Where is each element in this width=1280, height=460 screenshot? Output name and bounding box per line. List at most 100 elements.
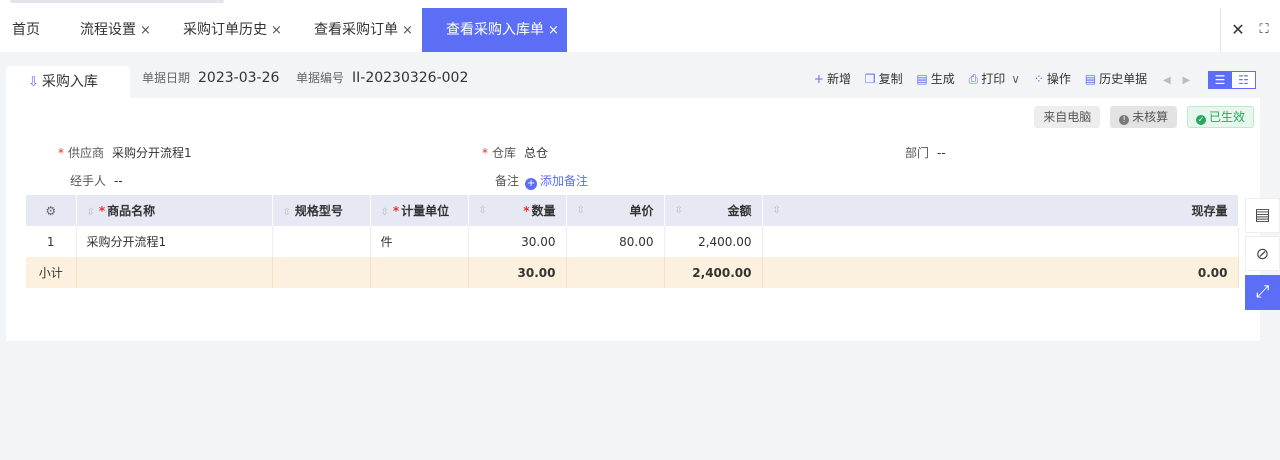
toolbar: + 新增 ❐ 复制 ▤ 生成 ⎙ 打印 ∨ ⁘ 操作 ▤ 历史单据 ◀ ▶ ☰ ☷ bbox=[804, 70, 1256, 89]
print-button[interactable]: ⎙ 打印 ∨ bbox=[969, 70, 1020, 88]
tab-label: 首页 bbox=[12, 22, 40, 38]
doc-number-label: 单据编号 bbox=[296, 71, 345, 85]
sort-icon[interactable]: ⇳ bbox=[381, 207, 389, 218]
cell-stock bbox=[762, 226, 1239, 257]
doc-number: 单据编号 II-20230326-002 bbox=[296, 70, 468, 86]
tab-view-purchase-order[interactable]: 查看采购订单 × bbox=[314, 8, 413, 52]
col-amount-label: 金额 bbox=[727, 204, 752, 218]
tab-label: 查看采购订单 bbox=[314, 22, 398, 38]
close-icon[interactable]: × bbox=[548, 23, 559, 38]
subtotal-qty: 30.00 bbox=[468, 257, 567, 288]
document-title: 采购入库 bbox=[41, 74, 98, 90]
close-all-icon[interactable]: ✕ bbox=[1225, 8, 1251, 52]
new-button[interactable]: + 新增 bbox=[814, 70, 851, 88]
department-field: 部门 -- bbox=[905, 144, 946, 162]
subtotal-empty bbox=[272, 257, 371, 288]
subtotal-empty bbox=[370, 257, 469, 288]
attachment-side-button[interactable]: ⊘ bbox=[1245, 236, 1280, 271]
sort-icon[interactable]: ⇳ bbox=[577, 205, 585, 216]
tab-home[interactable]: 首页 bbox=[12, 8, 40, 52]
cell-unit[interactable]: 件 bbox=[370, 226, 469, 257]
list-icon: ▤ bbox=[1084, 72, 1097, 86]
cell-price[interactable]: 80.00 bbox=[566, 226, 665, 257]
gear-icon[interactable]: ⚙ bbox=[45, 204, 56, 218]
doc-date: 单据日期 2023-03-26 bbox=[142, 70, 279, 86]
history-label: 历史单据 bbox=[1099, 72, 1148, 86]
warehouse-value[interactable]: 总仓 bbox=[524, 146, 548, 160]
effective-label: 已生效 bbox=[1208, 110, 1245, 124]
top-strip bbox=[0, 0, 1280, 8]
tab-view-purchase-receipt[interactable]: 查看采购入库单 × bbox=[422, 8, 567, 52]
col-unit-label: 计量单位 bbox=[401, 204, 450, 218]
subtotal-empty bbox=[76, 257, 273, 288]
column-settings[interactable]: ⚙ bbox=[26, 195, 77, 226]
close-icon[interactable]: × bbox=[271, 23, 282, 38]
document-icon: ▤ bbox=[916, 72, 928, 86]
table-row[interactable]: 1 采购分开流程1 件 30.00 80.00 2,400.00 bbox=[26, 226, 1239, 257]
required-mark: * bbox=[392, 204, 400, 218]
prev-arrow-icon[interactable]: ◀ bbox=[1163, 75, 1171, 86]
generate-button[interactable]: ▤ 生成 bbox=[916, 70, 954, 88]
list-view-icon[interactable]: ☰ bbox=[1208, 70, 1232, 89]
sort-icon[interactable]: ⇳ bbox=[675, 205, 683, 216]
history-button[interactable]: ▤ 历史单据 bbox=[1085, 70, 1147, 88]
cell-spec[interactable] bbox=[272, 226, 371, 257]
warehouse-label: 仓库 bbox=[492, 146, 517, 160]
subtotal-stock: 0.00 bbox=[762, 257, 1239, 288]
cell-name[interactable]: 采购分开流程1 bbox=[76, 226, 273, 257]
printer-icon: ⎙ bbox=[968, 72, 979, 86]
card-view-icon[interactable]: ☷ bbox=[1232, 70, 1256, 89]
col-stock-header[interactable]: ⇳ 现存量 bbox=[762, 195, 1239, 226]
subtotal-label: 小计 bbox=[26, 257, 77, 288]
doc-date-label: 单据日期 bbox=[142, 71, 191, 85]
doc-number-value: II-20230326-002 bbox=[352, 70, 469, 86]
department-label: 部门 bbox=[905, 146, 930, 160]
notes-side-button[interactable]: ▤ bbox=[1245, 198, 1280, 233]
col-price-header[interactable]: ⇳ 单价 bbox=[566, 195, 665, 226]
expand-side-button[interactable]: ⤢ bbox=[1245, 275, 1280, 310]
tab-label: 流程设置 bbox=[80, 22, 136, 38]
supplier-value[interactable]: 采购分开流程1 bbox=[112, 146, 192, 160]
fullscreen-icon[interactable]: ⛶ bbox=[1251, 8, 1277, 52]
print-label: 打印 bbox=[981, 72, 1006, 86]
grid-icon: ⁘ bbox=[1033, 72, 1044, 86]
copy-icon: ❐ bbox=[864, 72, 876, 86]
handler-label: 经手人 bbox=[70, 174, 107, 188]
required-mark: * bbox=[58, 146, 64, 160]
document-title-tab[interactable]: ⇩ 采购入库 bbox=[6, 66, 130, 98]
copy-button[interactable]: ❐ 复制 bbox=[865, 70, 903, 88]
col-amount-header[interactable]: ⇳ 金额 bbox=[664, 195, 763, 226]
status-badges: 来自电脑 ! 未核算 ✓ 已生效 bbox=[1028, 106, 1254, 128]
department-value[interactable]: -- bbox=[937, 146, 946, 160]
operate-button[interactable]: ⁘ 操作 bbox=[1034, 70, 1071, 88]
top-strip-bar bbox=[10, 0, 224, 3]
tab-purchase-order-history[interactable]: 采购订单历史 × bbox=[183, 8, 282, 52]
col-unit-header[interactable]: ⇳ * 计量单位 bbox=[370, 195, 469, 226]
required-mark: * bbox=[98, 204, 106, 218]
tab-label: 查看采购入库单 bbox=[446, 22, 544, 38]
view-toggle: ☰ ☷ bbox=[1208, 70, 1256, 89]
handler-value[interactable]: -- bbox=[114, 174, 123, 188]
close-icon[interactable]: × bbox=[402, 23, 413, 38]
col-qty-header[interactable]: ⇳ * 数量 bbox=[468, 195, 567, 226]
warehouse-field: * 仓库 总仓 bbox=[482, 144, 548, 162]
required-mark: * bbox=[482, 146, 488, 160]
sort-icon[interactable]: ⇳ bbox=[773, 205, 781, 216]
clipboard-icon: ▤ bbox=[1254, 205, 1271, 225]
sort-icon[interactable]: ⇳ bbox=[283, 207, 291, 218]
tab-process-settings[interactable]: 流程设置 × bbox=[80, 8, 151, 52]
doc-date-value: 2023-03-26 bbox=[198, 70, 280, 86]
inbound-icon: ⇩ bbox=[28, 75, 39, 90]
cell-amount[interactable]: 2,400.00 bbox=[664, 226, 763, 257]
add-remark-button[interactable]: + 添加备注 bbox=[525, 174, 588, 190]
unchecked-badge: ! 未核算 bbox=[1110, 106, 1178, 128]
cell-qty[interactable]: 30.00 bbox=[468, 226, 567, 257]
close-icon[interactable]: × bbox=[140, 23, 151, 38]
remark-field: 备注 + 添加备注 bbox=[495, 172, 588, 190]
sort-icon[interactable]: ⇳ bbox=[87, 207, 95, 218]
col-spec-header[interactable]: ⇳ 规格型号 bbox=[272, 195, 371, 226]
sort-icon[interactable]: ⇳ bbox=[479, 205, 487, 216]
col-name-label: 商品名称 bbox=[107, 204, 156, 218]
col-name-header[interactable]: ⇳ * 商品名称 bbox=[76, 195, 273, 226]
next-arrow-icon[interactable]: ▶ bbox=[1182, 75, 1190, 86]
